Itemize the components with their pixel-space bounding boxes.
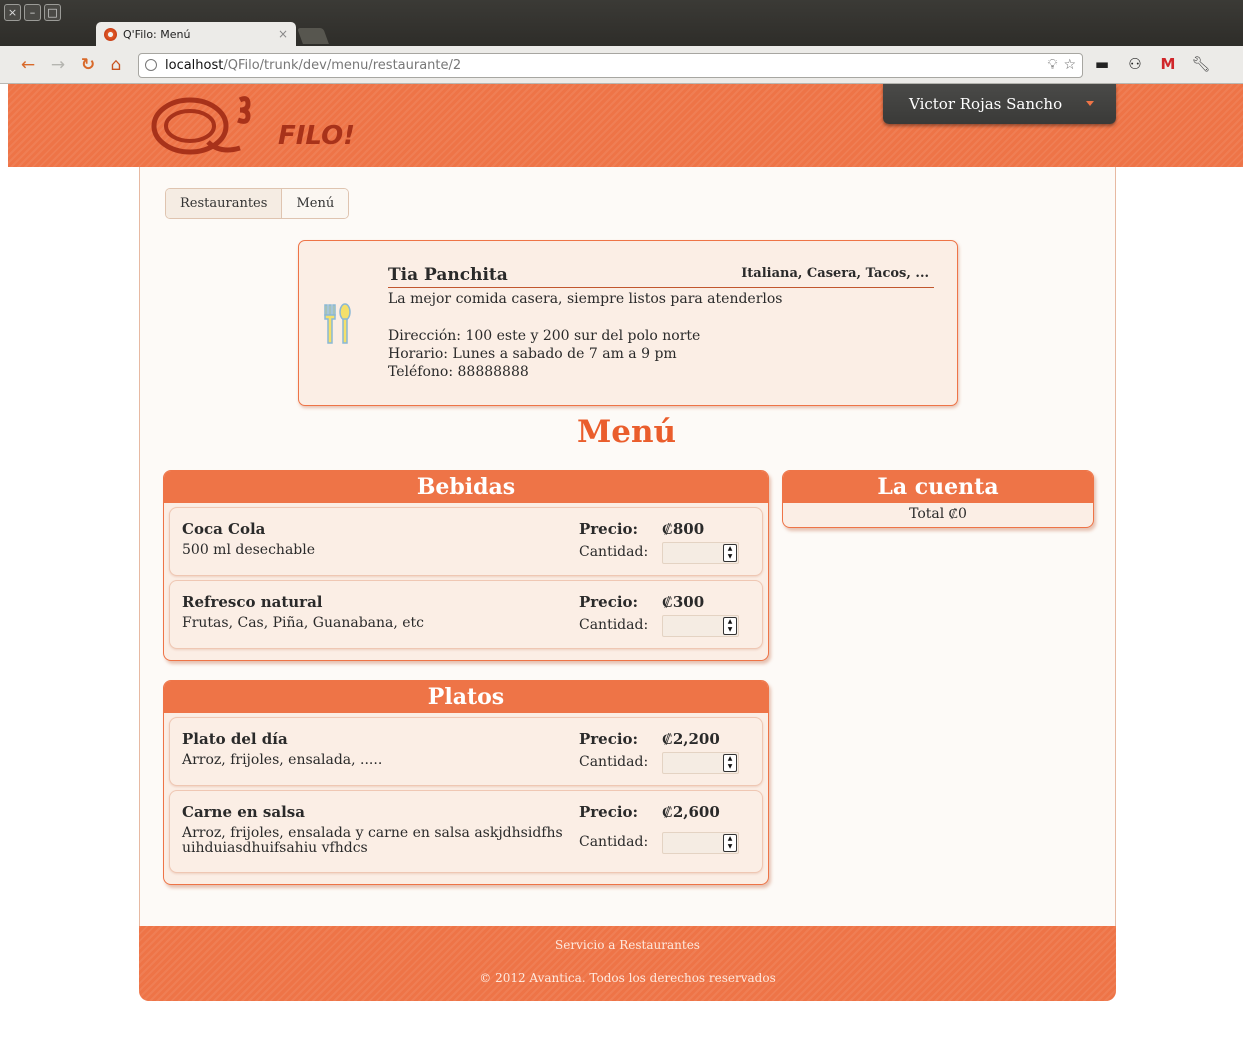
menu-item: Carne en salsa Arroz, frijoles, ensalada… — [169, 790, 763, 873]
browser-tab-bar: × – □ Q'Filo: Menú × — [0, 0, 1243, 46]
bicycle-extension-icon[interactable]: ⚇ — [1125, 55, 1145, 73]
tab-title: Q'Filo: Menú — [123, 27, 191, 41]
item-name: Coca Cola — [182, 520, 266, 538]
section-title: Platos — [164, 681, 768, 713]
lightbulb-icon[interactable]: 💡︎ — [1048, 54, 1058, 77]
restaurant-hours: Horario: Lunes a sabado de 7 am a 9 pm — [388, 346, 677, 362]
browser-tab[interactable]: Q'Filo: Menú × — [96, 22, 296, 46]
glasses-extension-icon[interactable]: ▬ — [1092, 55, 1112, 73]
quantity-label: Cantidad: — [579, 617, 649, 633]
qfilo-logo[interactable]: FILO! — [148, 88, 408, 160]
restaurant-address: Dirección: 100 este y 200 sur del polo n… — [388, 328, 701, 344]
url-host: localhost — [165, 58, 224, 73]
menu-item: Plato del día Arroz, frijoles, ensalada,… — [169, 717, 763, 786]
restaurant-categories: Italiana, Casera, Tacos, ... — [741, 266, 929, 281]
browser-toolbar: ← → ↻ ⌂ localhost/QFilo/trunk/dev/menu/r… — [0, 46, 1243, 84]
globe-icon — [145, 59, 157, 71]
item-name: Refresco natural — [182, 593, 323, 611]
back-arrow-icon[interactable]: ← — [18, 55, 38, 75]
reload-icon[interactable]: ↻ — [78, 55, 98, 75]
breadcrumb-restaurantes[interactable]: Restaurantes — [166, 189, 282, 218]
page-title: Menú — [576, 414, 677, 450]
breadcrumb-menu[interactable]: Menú — [281, 189, 349, 218]
item-description: Arroz, frijoles, ensalada, ..... — [182, 752, 383, 768]
tab-close-icon[interactable]: × — [278, 27, 288, 41]
price-label: Precio: — [579, 803, 639, 821]
extension-icons: ▬ ⚇ M 🔧︎ — [1092, 55, 1211, 73]
restaurant-info-card: Tia Panchita Italiana, Casera, Tacos, ..… — [298, 240, 958, 406]
home-icon[interactable]: ⌂ — [106, 55, 126, 75]
qfilo-favicon-icon — [104, 27, 117, 41]
fork-spoon-icon — [324, 303, 351, 344]
site-footer: Servicio a Restaurantes © 2012 Avantica.… — [139, 926, 1116, 1001]
item-name: Carne en salsa — [182, 803, 305, 821]
site-header: FILO! Victor Rojas Sancho — [8, 84, 1243, 167]
stepper-arrows-icon[interactable]: ▲ ▼ — [723, 834, 737, 852]
quantity-label: Cantidad: — [579, 544, 649, 560]
restaurant-description: La mejor comida casera, siempre listos p… — [388, 291, 783, 307]
user-name: Victor Rojas Sancho — [909, 95, 1063, 113]
menu-item: Coca Cola 500 ml desechable Precio: ₡800… — [169, 507, 763, 576]
bill-total: Total ₡0 — [909, 506, 967, 522]
section-platos: Platos Plato del día Arroz, frijoles, en… — [163, 680, 769, 885]
forward-arrow-icon[interactable]: → — [48, 55, 68, 75]
restaurant-phone: Teléfono: 88888888 — [388, 364, 529, 380]
item-price: ₡2,200 — [662, 730, 720, 748]
window-maximize-button[interactable]: □ — [44, 4, 61, 21]
window-minimize-button[interactable]: – — [24, 4, 41, 21]
item-price: ₡300 — [662, 593, 705, 611]
quantity-label: Cantidad: — [579, 834, 649, 850]
stepper-arrows-icon[interactable]: ▲ ▼ — [723, 544, 737, 562]
menu-item: Refresco natural Frutas, Cas, Piña, Guan… — [169, 580, 763, 649]
url-path: /QFilo/trunk/dev/menu/restaurante/2 — [223, 58, 462, 73]
bill-panel: La cuenta Total ₡0 — [782, 470, 1094, 528]
user-menu-dropdown[interactable]: Victor Rojas Sancho — [883, 84, 1116, 124]
chevron-down-icon — [1086, 101, 1094, 106]
section-bebidas: Bebidas Coca Cola 500 ml desechable Prec… — [163, 470, 769, 661]
section-title: Bebidas — [164, 471, 768, 503]
gmail-icon[interactable]: M — [1158, 55, 1178, 73]
bill-title: La cuenta — [783, 471, 1093, 503]
quantity-stepper[interactable]: ▲ ▼ — [662, 832, 739, 854]
quantity-stepper[interactable]: ▲ ▼ — [662, 615, 739, 637]
item-price: ₡800 — [662, 520, 705, 538]
new-tab-button[interactable] — [297, 28, 329, 44]
window-controls: × – □ — [4, 4, 61, 21]
divider — [388, 287, 934, 288]
item-description: Arroz, frijoles, ensalada y carne en sal… — [182, 825, 563, 856]
quantity-label: Cantidad: — [579, 754, 649, 770]
address-bar[interactable]: localhost/QFilo/trunk/dev/menu/restauran… — [138, 53, 1083, 78]
window-close-button[interactable]: × — [4, 4, 21, 21]
item-price: ₡2,600 — [662, 803, 720, 821]
wrench-menu-icon[interactable]: 🔧︎ — [1191, 55, 1211, 73]
quantity-stepper[interactable]: ▲ ▼ — [662, 542, 739, 564]
stepper-arrows-icon[interactable]: ▲ ▼ — [723, 617, 737, 635]
bookmark-star-icon[interactable]: ☆ — [1063, 54, 1076, 77]
restaurant-name: Tia Panchita — [388, 265, 508, 285]
item-description: 500 ml desechable — [182, 542, 316, 558]
footer-copyright: © 2012 Avantica. Todos los derechos rese… — [479, 971, 776, 985]
item-name: Plato del día — [182, 730, 288, 748]
item-description: Frutas, Cas, Piña, Guanabana, etc — [182, 615, 425, 631]
price-label: Precio: — [579, 520, 639, 538]
quantity-stepper[interactable]: ▲ ▼ — [662, 752, 739, 774]
stepper-arrows-icon[interactable]: ▲ ▼ — [723, 754, 737, 772]
footer-link-servicio[interactable]: Servicio a Restaurantes — [139, 938, 1116, 952]
breadcrumb: Restaurantes Menú — [165, 188, 350, 219]
logo-text: FILO! — [278, 121, 355, 151]
price-label: Precio: — [579, 593, 639, 611]
price-label: Precio: — [579, 730, 639, 748]
